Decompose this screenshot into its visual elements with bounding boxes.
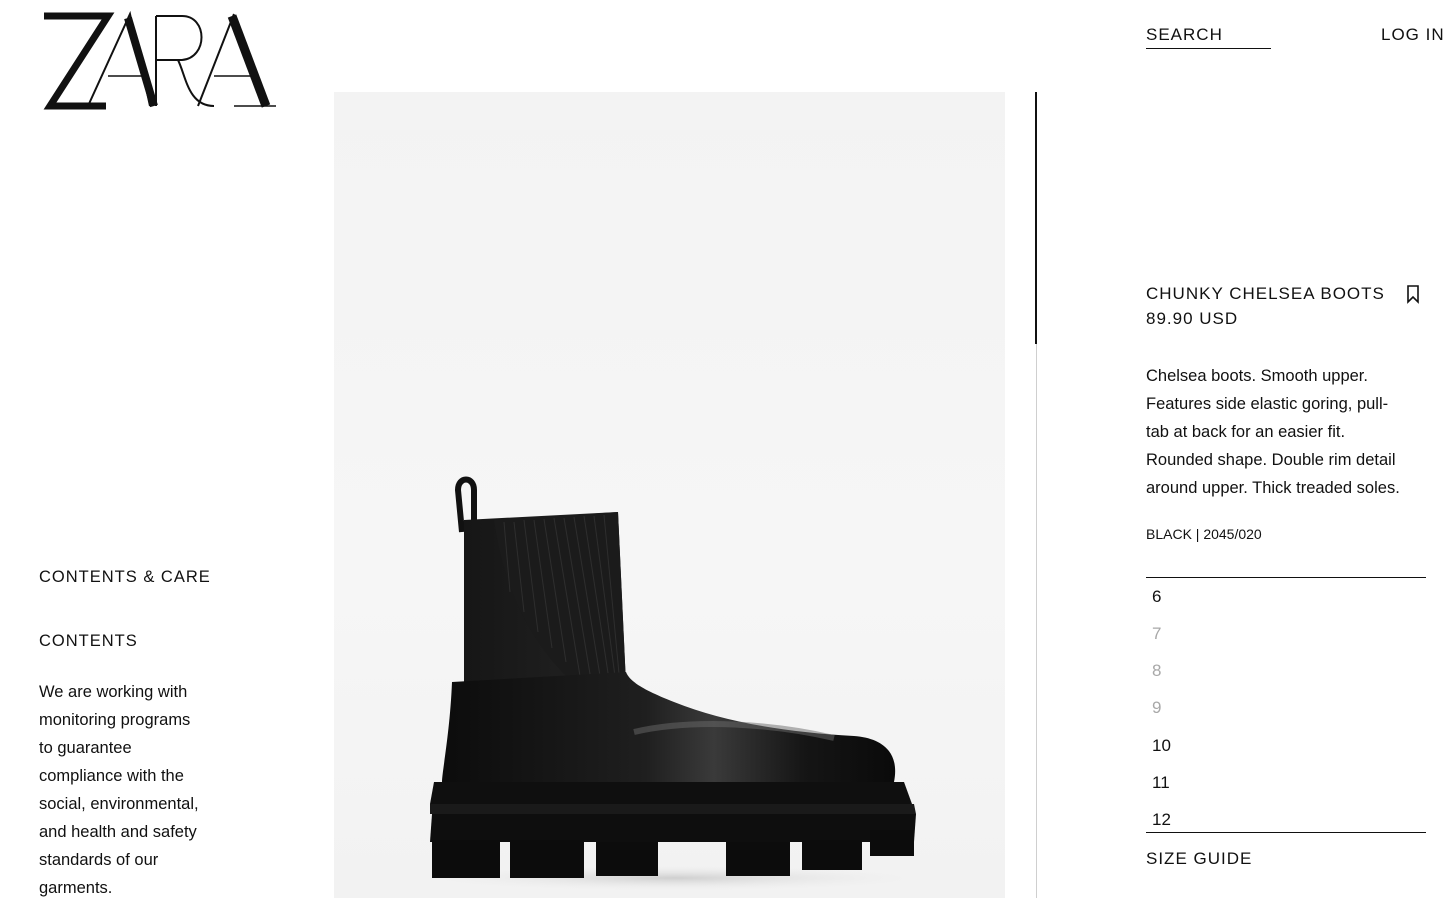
contents-care-link[interactable]: CONTENTS & CARE (39, 566, 211, 588)
login-link[interactable]: LOG IN (1381, 24, 1445, 46)
description-line: tab at back for an easier fit. (1146, 423, 1346, 441)
product-price: 89.90 USD (1146, 309, 1239, 328)
contents-line: standards of our (39, 851, 159, 869)
description-line: Chelsea boots. Smooth upper. (1146, 367, 1368, 385)
contents-text: We are working with monitoring programs … (39, 678, 219, 898)
contents-line: and health and safety (39, 823, 197, 841)
size-option-8[interactable]: 8 (1152, 660, 1161, 682)
product-title: CHUNKY CHELSEA BOOTS (1146, 284, 1385, 303)
product-description: Chelsea boots. Smooth upper. Features si… (1146, 362, 1436, 502)
size-option-10[interactable]: 10 (1152, 735, 1171, 757)
contents-line: garments. (39, 879, 113, 897)
size-option-9[interactable]: 9 (1152, 697, 1161, 719)
contents-line: to guarantee (39, 739, 132, 757)
zara-logo[interactable] (38, 10, 278, 112)
description-line: Features side elastic goring, pull- (1146, 395, 1389, 413)
contents-line: monitoring programs (39, 711, 191, 729)
contents-line: social, environmental, (39, 795, 199, 813)
size-option-11[interactable]: 11 (1152, 772, 1170, 794)
size-list: 6 7 8 9 10 11 12 (1146, 577, 1426, 833)
product-image[interactable] (334, 92, 1005, 898)
color-reference: BLACK | 2045/020 (1146, 526, 1262, 542)
size-option-7[interactable]: 7 (1152, 623, 1161, 645)
bookmark-icon[interactable] (1405, 284, 1421, 304)
contents-line: compliance with the (39, 767, 184, 785)
size-option-6[interactable]: 6 (1152, 586, 1161, 608)
size-option-12[interactable]: 12 (1152, 809, 1171, 831)
contents-heading: CONTENTS (39, 632, 138, 650)
size-guide-link[interactable]: SIZE GUIDE (1146, 848, 1252, 870)
scroll-thumb[interactable] (1035, 92, 1037, 344)
description-line: around upper. Thick treaded soles. (1146, 479, 1400, 497)
description-line: Rounded shape. Double rim detail (1146, 451, 1396, 469)
contents-line: We are working with (39, 683, 188, 701)
search-link[interactable]: SEARCH (1146, 24, 1271, 49)
product-page: SEARCH LOG IN CONTENTS & CARE CONTENTS W… (0, 0, 1456, 898)
